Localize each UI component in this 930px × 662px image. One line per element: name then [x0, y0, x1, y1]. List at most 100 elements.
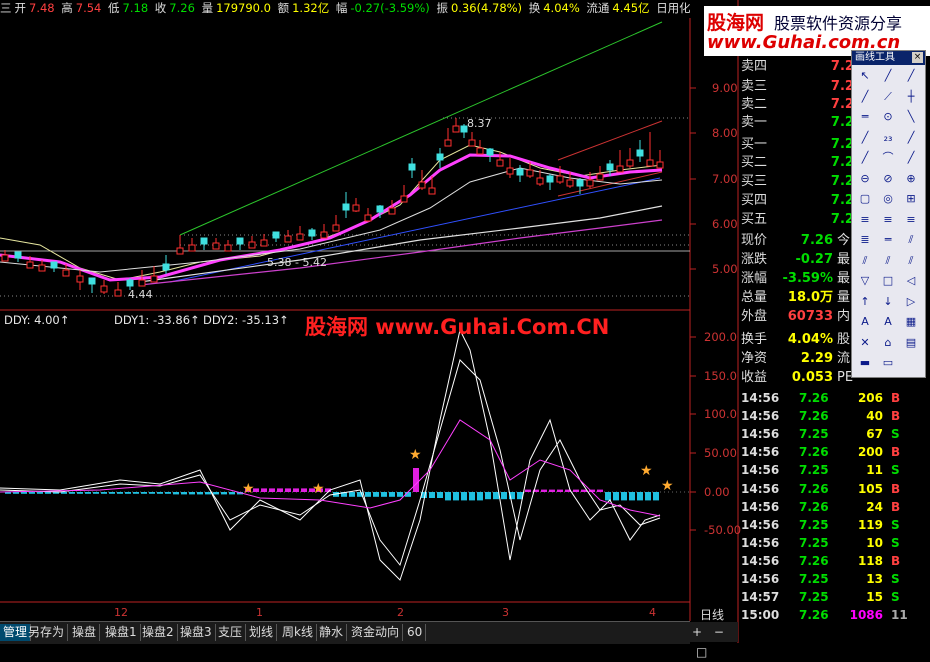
- candle-body: [236, 237, 244, 245]
- draw-tool-icon[interactable]: ▬: [855, 354, 875, 372]
- tick-time: 14:56: [741, 463, 780, 478]
- draw-tool-icon[interactable]: ⊕: [901, 170, 921, 188]
- tick-price: 7.25: [799, 517, 829, 532]
- tab-trade3[interactable]: 操盘3: [177, 624, 216, 641]
- draw-tool-icon[interactable]: ✕: [855, 334, 875, 352]
- draw-tool-icon[interactable]: ⫽: [901, 252, 921, 270]
- histogram-bar: [437, 492, 443, 498]
- tick-time: 14:56: [741, 499, 780, 514]
- stat-value: 4.04%: [787, 332, 833, 347]
- draw-tool-icon[interactable]: ═: [855, 108, 875, 126]
- tab-fund-flow[interactable]: 资金动向: [348, 624, 404, 641]
- close-icon[interactable]: □: [696, 645, 707, 659]
- draw-tool-icon[interactable]: ╱: [855, 88, 875, 106]
- draw-tool-icon[interactable]: ▢: [855, 190, 875, 208]
- candle-body: [76, 275, 84, 283]
- candle-body: [188, 244, 196, 252]
- candle-body: [308, 229, 316, 237]
- draw-tool-icon[interactable]: ╱: [901, 149, 921, 167]
- draw-tool-icon[interactable]: □: [878, 272, 898, 290]
- indicator-ddy2: DDY2: -35.13↑: [203, 313, 289, 327]
- draw-tool-icon[interactable]: ┼: [901, 88, 921, 106]
- draw-tool-icon[interactable]: ⊙: [878, 108, 898, 126]
- tab-support[interactable]: 支压: [215, 624, 247, 641]
- draw-tool-icon[interactable]: ╱: [855, 149, 875, 167]
- draw-tool-icon[interactable]: ⊘: [878, 170, 898, 188]
- ddy-signal-line: [0, 419, 661, 517]
- tick-row: 14:56 7.25 67 S: [741, 425, 930, 443]
- tab-trade1[interactable]: 操盘1: [102, 624, 141, 641]
- histogram-bar: [29, 492, 35, 494]
- draw-tool-icon[interactable]: ⫽: [878, 252, 898, 270]
- tab-weekly[interactable]: 周k线: [279, 624, 317, 641]
- draw-tool-icon[interactable]: A: [878, 313, 898, 331]
- period-label[interactable]: 日线: [700, 606, 724, 623]
- tab-60[interactable]: 60: [404, 624, 427, 641]
- draw-tool-icon[interactable]: ◎: [878, 190, 898, 208]
- histogram-bar: [45, 492, 51, 494]
- stat-value: 60733: [787, 309, 833, 324]
- draw-tool-icon[interactable]: ▷: [901, 293, 921, 311]
- draw-tool-icon[interactable]: ⊖: [855, 170, 875, 188]
- candle-body: [586, 179, 594, 187]
- draw-tool-icon[interactable]: ═: [878, 231, 898, 249]
- bottom-tab-bar: 管理 另存为 操盘 操盘1 操盘2 操盘3 支压 划线 周k线 静水 资金动向 …: [0, 621, 690, 644]
- tab-still-water[interactable]: 静水: [316, 624, 348, 641]
- change-label: 幅: [335, 1, 348, 15]
- draw-tool-icon[interactable]: ╱: [901, 129, 921, 147]
- close-value: 7.26: [169, 1, 195, 15]
- draw-tool-icon[interactable]: ≡: [901, 211, 921, 229]
- draw-tool-icon[interactable]: ╲: [901, 108, 921, 126]
- candle-body: [468, 139, 476, 147]
- draw-tool-icon[interactable]: ≣: [855, 231, 875, 249]
- tab-draw-line[interactable]: 划线: [246, 624, 278, 641]
- draw-tool-icon[interactable]: ◁: [901, 272, 921, 290]
- draw-tool-icon[interactable]: ↑: [855, 293, 875, 311]
- draw-tool-icon[interactable]: ↖: [855, 67, 875, 85]
- bid1-label: 买一: [741, 137, 768, 152]
- draw-tool-icon[interactable]: ⌂: [878, 334, 898, 352]
- zoom-in-icon[interactable]: +: [692, 625, 702, 639]
- draw-tool-icon[interactable]: [901, 354, 921, 372]
- draw-tool-icon[interactable]: ▭: [878, 354, 898, 372]
- tool-panel-title[interactable]: 画线工具 ×: [852, 51, 925, 65]
- tick-side: B: [891, 499, 901, 514]
- draw-tool-icon[interactable]: ⊞: [901, 190, 921, 208]
- zoom-out-icon[interactable]: −: [714, 625, 724, 639]
- candle-body: [138, 279, 146, 287]
- draw-tool-icon[interactable]: ↓: [878, 293, 898, 311]
- close-icon[interactable]: ×: [912, 52, 923, 63]
- draw-tool-icon[interactable]: ⟋: [878, 88, 898, 106]
- candle-body: [260, 239, 268, 247]
- tab-trade[interactable]: 操盘: [69, 624, 101, 641]
- draw-tool-icon[interactable]: ▤: [901, 334, 921, 352]
- signal-star-icon: ★: [409, 447, 422, 463]
- draw-tool-icon[interactable]: ╱: [855, 129, 875, 147]
- tick-row: 15:00 7.26 1086 11: [741, 606, 930, 624]
- tick-volume: 40: [866, 409, 883, 424]
- draw-tool-icon[interactable]: ≡: [878, 211, 898, 229]
- low-value: 7.18: [122, 1, 149, 15]
- draw-tool-icon[interactable]: ⌒: [878, 149, 898, 167]
- draw-tool-icon[interactable]: A: [855, 313, 875, 331]
- draw-tool-icon[interactable]: ⫽: [901, 231, 921, 249]
- tick-time: 14:56: [741, 481, 780, 496]
- tab-trade2[interactable]: 操盘2: [139, 624, 178, 641]
- drawing-tool-panel[interactable]: 画线工具 × ↖ ╱ ╱ ╱ ⟋ ┼ ═ ⊙ ╲ ╱ ₂₃ ╱ ╱ ⌒ ╱ ⊖ ⊘ ⊕ ▢ ◎ ⊞ ≡ ≡ ≡ ≣ ═ ⫽ ⫽ ⫽ ⫽ ▽ □ ◁…: [851, 50, 926, 378]
- draw-tool-icon[interactable]: ₂₃: [878, 129, 898, 147]
- tick-volume: 118: [857, 553, 883, 568]
- histogram-bar: [613, 492, 619, 501]
- draw-tool-icon[interactable]: ⫽: [855, 252, 875, 270]
- draw-tool-icon[interactable]: ╱: [901, 67, 921, 85]
- scroll-controls[interactable]: + − □: [688, 622, 738, 659]
- ind-axis-200: 200.0: [704, 330, 737, 344]
- tab-save-as[interactable]: 另存为: [25, 624, 69, 641]
- tick-side: B: [891, 391, 901, 405]
- stat-suffix: 今: [837, 233, 851, 248]
- stat-suffix: 最: [837, 252, 851, 267]
- draw-tool-icon[interactable]: ▽: [855, 272, 875, 290]
- draw-tool-icon[interactable]: ╱: [878, 67, 898, 85]
- draw-tool-icon[interactable]: ≡: [855, 211, 875, 229]
- draw-tool-icon[interactable]: ▦: [901, 313, 921, 331]
- candle-body: [296, 233, 304, 241]
